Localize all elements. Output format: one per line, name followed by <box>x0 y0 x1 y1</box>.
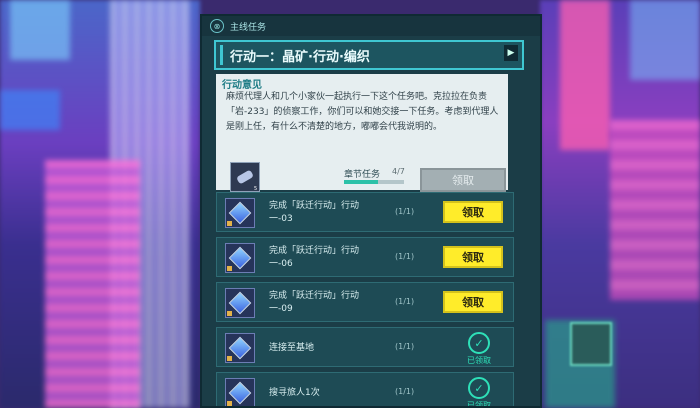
reward-rarity-dot <box>227 401 232 406</box>
background-building <box>560 0 610 150</box>
claim-button[interactable]: 领取 <box>443 201 503 223</box>
task-progress: (1/1) <box>395 387 415 396</box>
background-building <box>0 90 60 130</box>
task-progress: (1/1) <box>395 297 415 306</box>
close-icon[interactable]: ⊗ <box>210 19 224 33</box>
task-name: 搜寻旅人1次 <box>269 388 320 398</box>
chapter-progress-bar <box>344 180 404 184</box>
task-reward-icon <box>225 333 255 363</box>
task-name: 连接至基地 <box>269 343 315 353</box>
chapter-selector[interactable]: 行动一：晶矿·行动·编织 ▶ <box>214 40 524 70</box>
background-screen <box>570 322 612 366</box>
task-progress: (1/1) <box>395 207 415 216</box>
task-name: 完成「跃迁行动」行动一-06 <box>269 246 360 269</box>
claim-button[interactable]: 领取 <box>443 246 503 268</box>
claimed-label: 已领取 <box>467 356 491 365</box>
task-row: 完成「跃迁行动」行动一-06 (1/1) 领取 <box>216 237 514 277</box>
reward-rarity-dot <box>227 266 232 271</box>
check-icon: ✓ <box>468 332 490 354</box>
cube-icon <box>228 336 252 360</box>
check-icon: ✓ <box>468 377 490 399</box>
task-row: 搜寻旅人1次 (1/1) ✓ 已领取 <box>216 372 514 408</box>
background-building <box>630 0 700 80</box>
cube-icon <box>228 291 252 315</box>
reward-rarity-dot <box>227 356 232 361</box>
task-row: 完成「跃迁行动」行动一-09 (1/1) 领取 <box>216 282 514 322</box>
claimed-label: 已领取 <box>467 401 491 408</box>
task-reward-icon <box>225 378 255 406</box>
cube-icon <box>228 381 252 405</box>
task-progress: (1/1) <box>395 342 415 351</box>
task-reward-icon <box>225 288 255 318</box>
chapter-title: 行动一：晶矿·行动·编织 <box>230 49 370 65</box>
task-list: 完成「跃迁行动」行动一-03 (1/1) 领取 完成「跃迁行动」行动一-06 (… <box>216 192 514 408</box>
chapter-progress-count: 4/7 <box>392 167 405 176</box>
mission-description-card: 行动意见 麻烦代理人和几个小家伙一起执行一下这个任务吧。克拉拉在负责「岩-233… <box>216 74 508 192</box>
claimed-status: ✓ 已领取 <box>457 377 501 408</box>
gem-icon <box>236 169 254 185</box>
panel-tag: 主线任务 <box>230 22 267 33</box>
background-building <box>45 160 140 408</box>
chapter-progress-label: 章节任务 <box>344 170 381 180</box>
cube-icon <box>228 201 252 225</box>
reward-rarity-dot <box>227 221 232 226</box>
task-row: 完成「跃迁行动」行动一-03 (1/1) 领取 <box>216 192 514 232</box>
task-reward-icon <box>225 198 255 228</box>
background-building <box>10 0 70 60</box>
description-text: 麻烦代理人和几个小家伙一起执行一下这个任务吧。克拉拉在负责「岩-233」的侦察工… <box>226 92 499 132</box>
task-name: 完成「跃迁行动」行动一-09 <box>269 291 360 314</box>
chapter-claim-button[interactable]: 领取 <box>420 168 506 192</box>
description-title: 行动意见 <box>222 80 262 91</box>
chevron-right-icon[interactable]: ▶ <box>504 45 518 61</box>
mission-panel: ⊗ 主线任务 行动一：晶矿·行动·编织 ▶ 行动意见 麻烦代理人和几个小家伙一起… <box>200 14 542 408</box>
task-reward-icon <box>225 243 255 273</box>
cube-icon <box>228 246 252 270</box>
chapter-progress-fill <box>344 180 379 184</box>
task-row: 连接至基地 (1/1) ✓ 已领取 <box>216 327 514 367</box>
background-building <box>610 120 700 300</box>
task-name: 完成「跃迁行动」行动一-03 <box>269 201 360 224</box>
reward-rarity-dot <box>227 311 232 316</box>
claim-button[interactable]: 领取 <box>443 291 503 313</box>
panel-header: ⊗ 主线任务 <box>202 16 540 36</box>
task-progress: (1/1) <box>395 252 415 261</box>
claimed-status: ✓ 已领取 <box>457 332 501 366</box>
